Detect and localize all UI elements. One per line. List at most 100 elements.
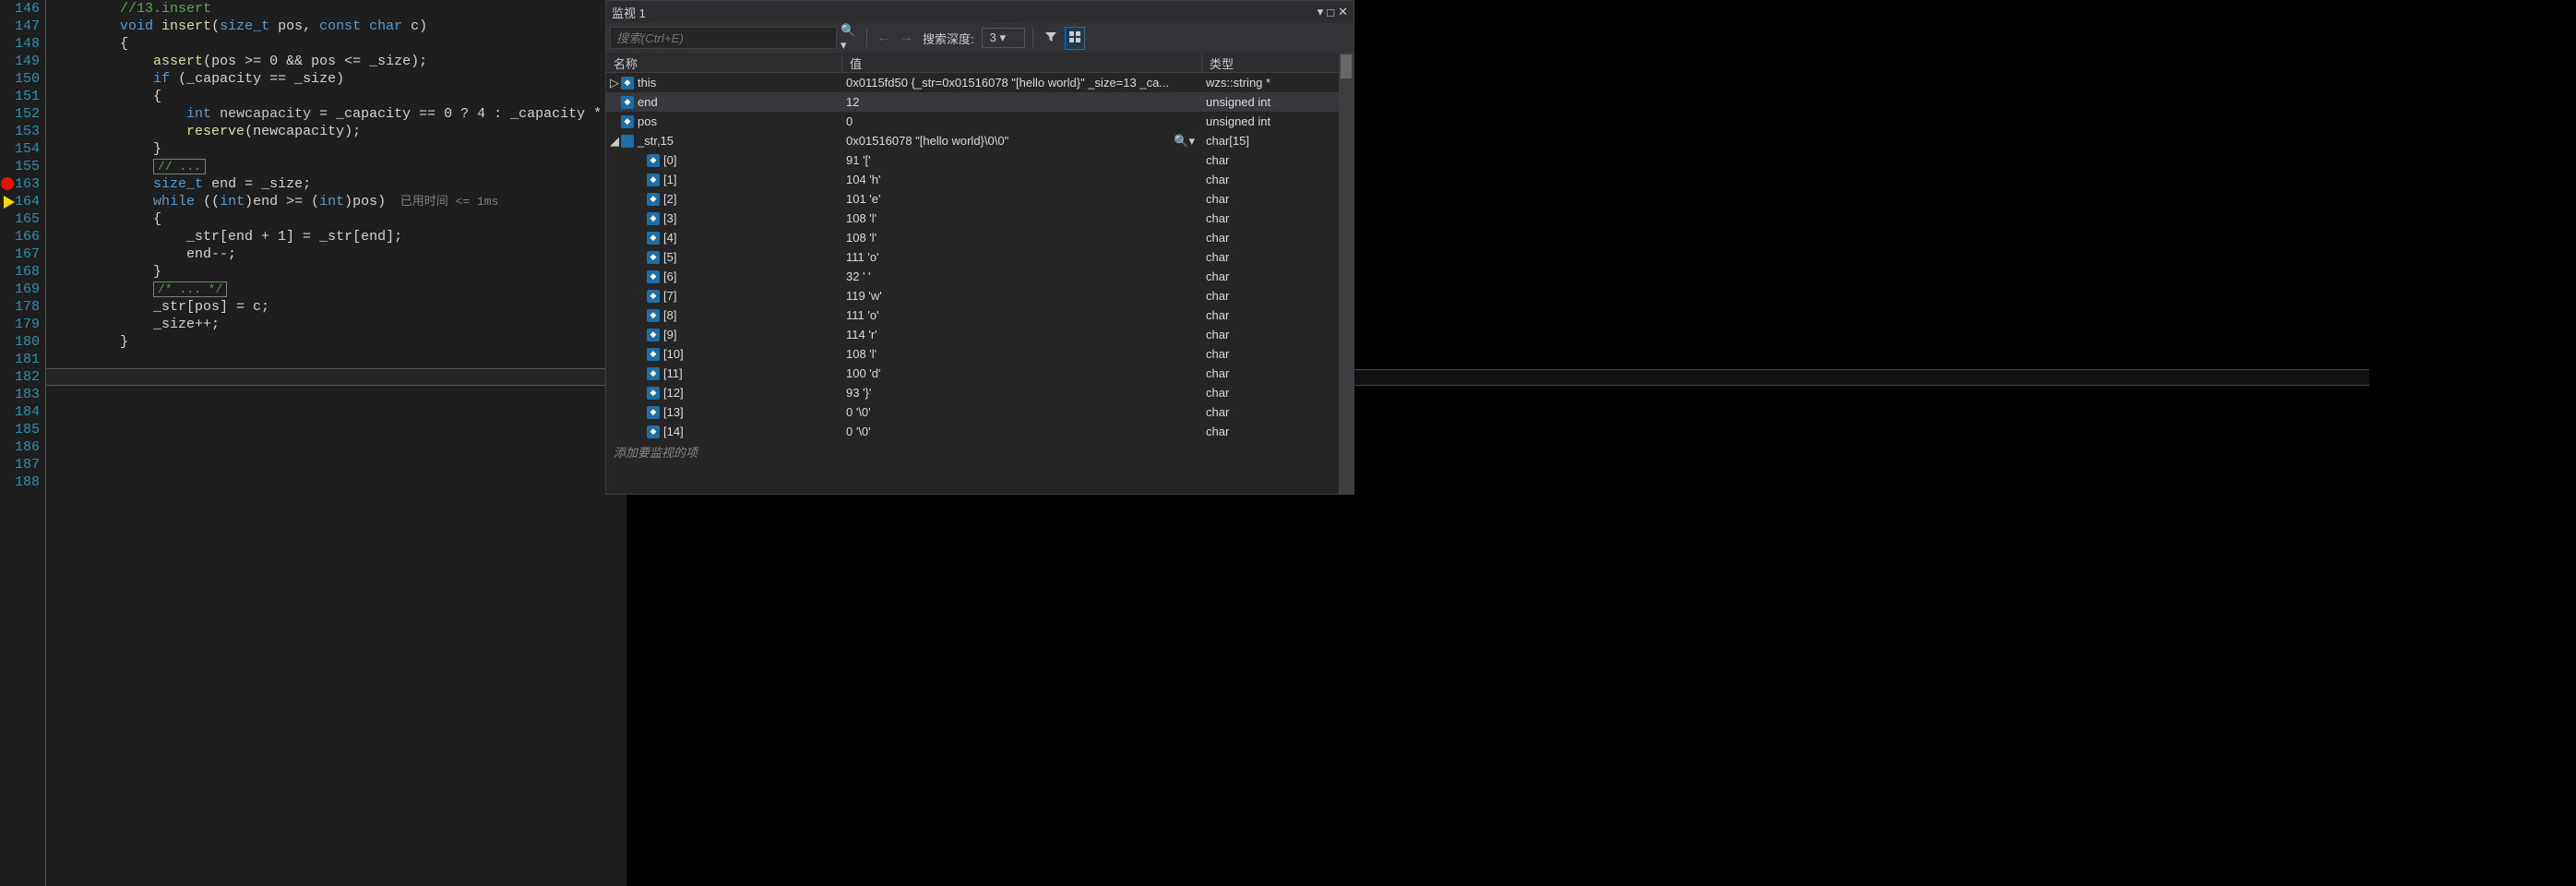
search-icon[interactable]: 🔍▾ [841,29,859,47]
code-line[interactable]: } [54,140,626,158]
watch-row[interactable]: ◆end12unsigned int [606,92,1354,112]
code-line[interactable]: int newcapacity = _capacity == 0 ? 4 : _… [54,105,626,123]
expander-icon[interactable]: ▷ [610,76,621,90]
var-value[interactable]: 119 'w' [842,289,1202,303]
var-value[interactable]: 12 [842,95,1202,109]
watch-row[interactable]: ◆[7]119 'w'char [606,286,1354,305]
var-value[interactable]: 108 'l' [842,211,1202,225]
code-line[interactable]: reserve(newcapacity); [54,123,626,140]
var-value[interactable]: 0x01516078 "[hello world}\0\0"🔍▾ [842,134,1202,149]
col-value[interactable]: 值 [842,53,1202,72]
watch-row[interactable]: ◆[4]108 'l'char [606,228,1354,247]
depth-dropdown[interactable]: 3 ▾ [982,28,1025,48]
code-line[interactable] [54,473,626,491]
code-line[interactable]: // ... [54,158,626,175]
code-line[interactable]: } [54,333,626,351]
var-value[interactable]: 0 '\0' [842,405,1202,419]
var-value[interactable]: 0 '\0' [842,425,1202,438]
watch-titlebar[interactable]: 监视 1 ▾ □ ✕ [606,1,1354,23]
variable-icon: ◆ [647,251,660,264]
var-value[interactable]: 104 'h' [842,173,1202,186]
code-line[interactable]: { [54,88,626,105]
code-line[interactable] [54,403,626,421]
code-line[interactable]: void insert(size_t pos, const char c) [54,18,626,35]
code-line[interactable]: assert(pos >= 0 && pos <= _size); [54,53,626,70]
watch-row[interactable]: ◆[12]93 '}'char [606,383,1354,402]
back-icon[interactable]: ← [875,29,893,47]
var-name: [11] [663,366,683,380]
var-value[interactable]: 111 'o' [842,308,1202,322]
grid-icon[interactable] [1065,27,1085,50]
dropdown-icon[interactable]: ▾ [1318,5,1324,19]
watch-row[interactable]: ◆[13]0 '\0'char [606,402,1354,422]
visualizer-icon[interactable]: 🔍▾ [1174,134,1195,149]
watch-row[interactable]: ◆[1]104 'h'char [606,170,1354,189]
watch-row[interactable]: ◆[8]111 'o'char [606,305,1354,325]
scrollbar[interactable] [1339,53,1354,494]
code-line[interactable]: while ((int)end >= (int)pos) 已用时间 <= 1ms [54,193,626,210]
code-line[interactable]: } [54,263,626,281]
code-line[interactable] [54,386,626,403]
var-value[interactable]: 0 [842,114,1202,128]
var-value[interactable]: 93 '}' [842,386,1202,400]
code-line[interactable]: _size++; [54,316,626,333]
var-value[interactable]: 111 'o' [842,250,1202,264]
var-value[interactable]: 0x0115fd50 {_str=0x01516078 "[hello worl… [842,76,1202,90]
col-name[interactable]: 名称 [606,53,842,72]
watch-row[interactable]: ◆[0]91 '['char [606,150,1354,170]
scrollbar-thumb[interactable] [1341,54,1352,78]
watch-row[interactable]: ◆[6]32 ' 'char [606,267,1354,286]
watch-row[interactable]: ◆[2]101 'e'char [606,189,1354,209]
watch-row[interactable]: ◆[11]100 'd'char [606,364,1354,383]
search-input[interactable] [610,27,837,49]
maximize-icon[interactable]: □ [1327,6,1334,19]
code-line[interactable]: { [54,35,626,53]
var-type: char [1202,269,1354,283]
code-line[interactable]: size_t end = _size; [54,175,626,193]
watch-row[interactable]: ▷◆this0x0115fd50 {_str=0x01516078 "[hell… [606,73,1354,92]
code-area[interactable]: //13.insert void insert(size_t pos, cons… [46,0,626,886]
filter-icon[interactable] [1041,27,1061,50]
watch-columns-header: 名称 值 类型 [606,53,1354,73]
code-editor[interactable]: 1461471481491501511521531541551631641651… [0,0,605,886]
close-icon[interactable]: ✕ [1338,5,1348,19]
line-number: 153 [15,123,40,140]
var-value[interactable]: 114 'r' [842,328,1202,341]
watch-row[interactable]: ◆[10]108 'l'char [606,344,1354,364]
code-line[interactable]: _str[end + 1] = _str[end]; [54,228,626,245]
expander-icon[interactable]: ◢ [610,134,621,149]
add-watch-placeholder[interactable]: 添加要监视的项 [606,441,1354,462]
line-number: 155 [15,158,40,175]
watch-row[interactable]: ◆[3]108 'l'char [606,209,1354,228]
forward-icon[interactable]: → [897,29,915,47]
watch-row[interactable]: ◆[5]111 'o'char [606,247,1354,267]
watch-row[interactable]: ◆pos0unsigned int [606,112,1354,131]
watch-row[interactable]: ◢_str,150x01516078 "[hello world}\0\0"🔍▾… [606,131,1354,150]
var-value[interactable]: 108 'l' [842,347,1202,361]
watch-row[interactable]: ◆[9]114 'r'char [606,325,1354,344]
code-line[interactable] [54,421,626,438]
var-value[interactable]: 101 'e' [842,192,1202,206]
code-line[interactable]: { [54,210,626,228]
code-line[interactable]: /* ... */ [54,281,626,298]
var-value[interactable]: 32 ' ' [842,269,1202,283]
var-name: [3] [663,211,676,225]
var-value[interactable]: 108 'l' [842,231,1202,245]
col-type[interactable]: 类型 [1202,53,1354,72]
var-value[interactable]: 100 'd' [842,366,1202,380]
var-type: char [1202,211,1354,225]
var-name: [4] [663,231,676,245]
code-line[interactable]: end--; [54,245,626,263]
var-value[interactable]: 91 '[' [842,153,1202,167]
watch-row[interactable]: ◆[14]0 '\0'char [606,422,1354,441]
code-line[interactable] [54,456,626,473]
breakpoint-gutter[interactable] [0,0,15,886]
code-line[interactable]: _str[pos] = c; [54,298,626,316]
code-line[interactable]: //13.insert [54,0,626,18]
line-number: 167 [15,245,40,263]
code-line[interactable]: if (_capacity == _size) [54,70,626,88]
code-line[interactable] [54,438,626,456]
breakpoint-icon[interactable] [1,177,14,190]
var-type: wzs::string * [1202,76,1354,90]
code-line[interactable] [54,351,626,368]
